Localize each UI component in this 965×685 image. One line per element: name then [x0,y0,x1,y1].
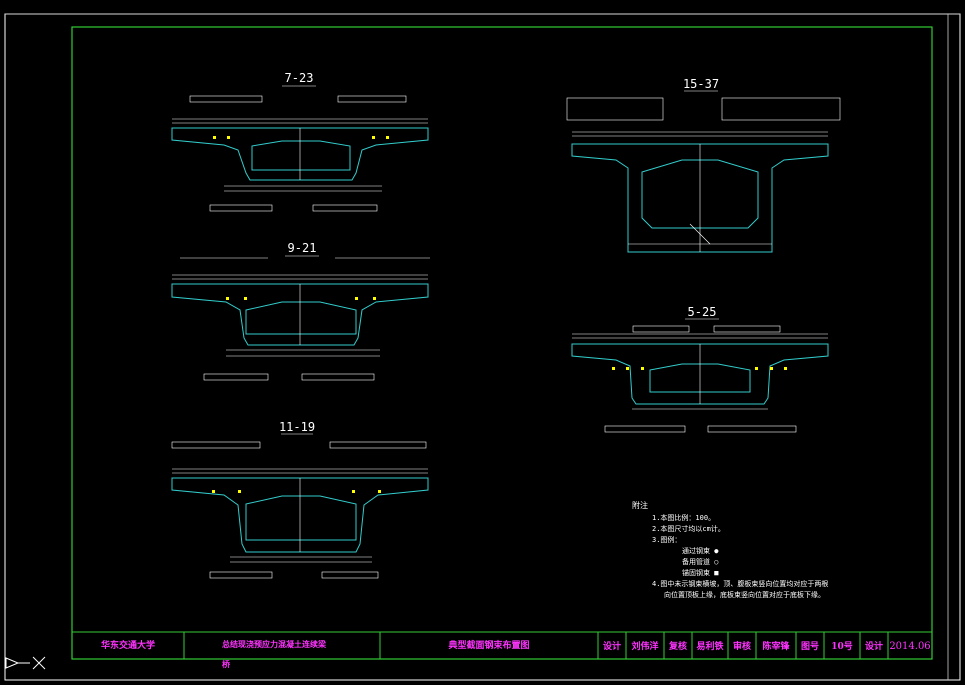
project-name-line2: 桥 [222,659,231,669]
drawing-title: 典型截面钢束布置图 [448,639,529,651]
note-line: 1.本图比例：100。 [652,513,715,522]
drawing-no-label: 图号 [801,641,819,652]
date-label: 设计 [865,640,883,652]
section-5-25: 5-25 [571,305,829,433]
section-15-37: 15-37 [566,77,841,253]
section-label: 5-25 [688,305,717,319]
notes-block: 附注 1.本图比例：100。 2.本图尺寸均以cm计。 3.图例： 通过钢束 ●… [632,500,828,599]
section-label: 7-23 [285,71,314,85]
school-name: 华东交通大学 [101,639,155,651]
audit-label: 审核 [733,640,751,652]
legend-bar [189,95,407,103]
section-label: 15-37 [683,77,719,91]
design-label: 设计 [603,640,621,652]
title-block: 华东交通大学 总结现浇预应力混凝土连续梁 桥 典型截面钢束布置图 设计 刘伟洋 … [71,631,933,669]
designer-name: 刘伟洋 [631,640,658,652]
section-11-19: 11-19 [171,420,429,579]
note-line: 锚固钢束 ■ [682,568,719,577]
note-line: 向位置顶板上缘，底板束竖向位置对应于底板下缘。 [664,590,825,599]
section-label: 11-19 [279,420,315,434]
auditor-name: 陈宰锋 [762,640,790,652]
review-label: 复核 [668,640,687,652]
cad-drawing-canvas: 7-23 9-21 11-19 15-37 5-25 附注 1.本图比例：100… [4,13,961,681]
section-7-23: 7-23 [171,71,429,212]
section-label: 9-21 [288,241,317,255]
note-line: 备用管道 ○ [682,557,718,566]
drawing-date: 2014.06 [889,641,930,652]
notes-heading: 附注 [632,500,648,510]
project-name-line1: 总结现浇预应力混凝土连续梁 [222,639,327,649]
crosshair-cursor-icon [32,656,46,670]
drawing-no: 10号 [831,641,853,652]
reviewer-name: 易利铁 [696,640,723,652]
note-line: 2.本图尺寸均以cm计。 [652,524,725,533]
note-line: 通过钢束 ● [682,546,719,555]
ucs-icon [5,657,30,669]
inner-border [71,26,933,660]
section-9-21: 9-21 [171,241,430,381]
note-line: 4.图中未示钢束横坡，顶、腹板束竖向位置均对应于两根 [652,579,828,588]
note-line: 3.图例： [652,535,681,544]
